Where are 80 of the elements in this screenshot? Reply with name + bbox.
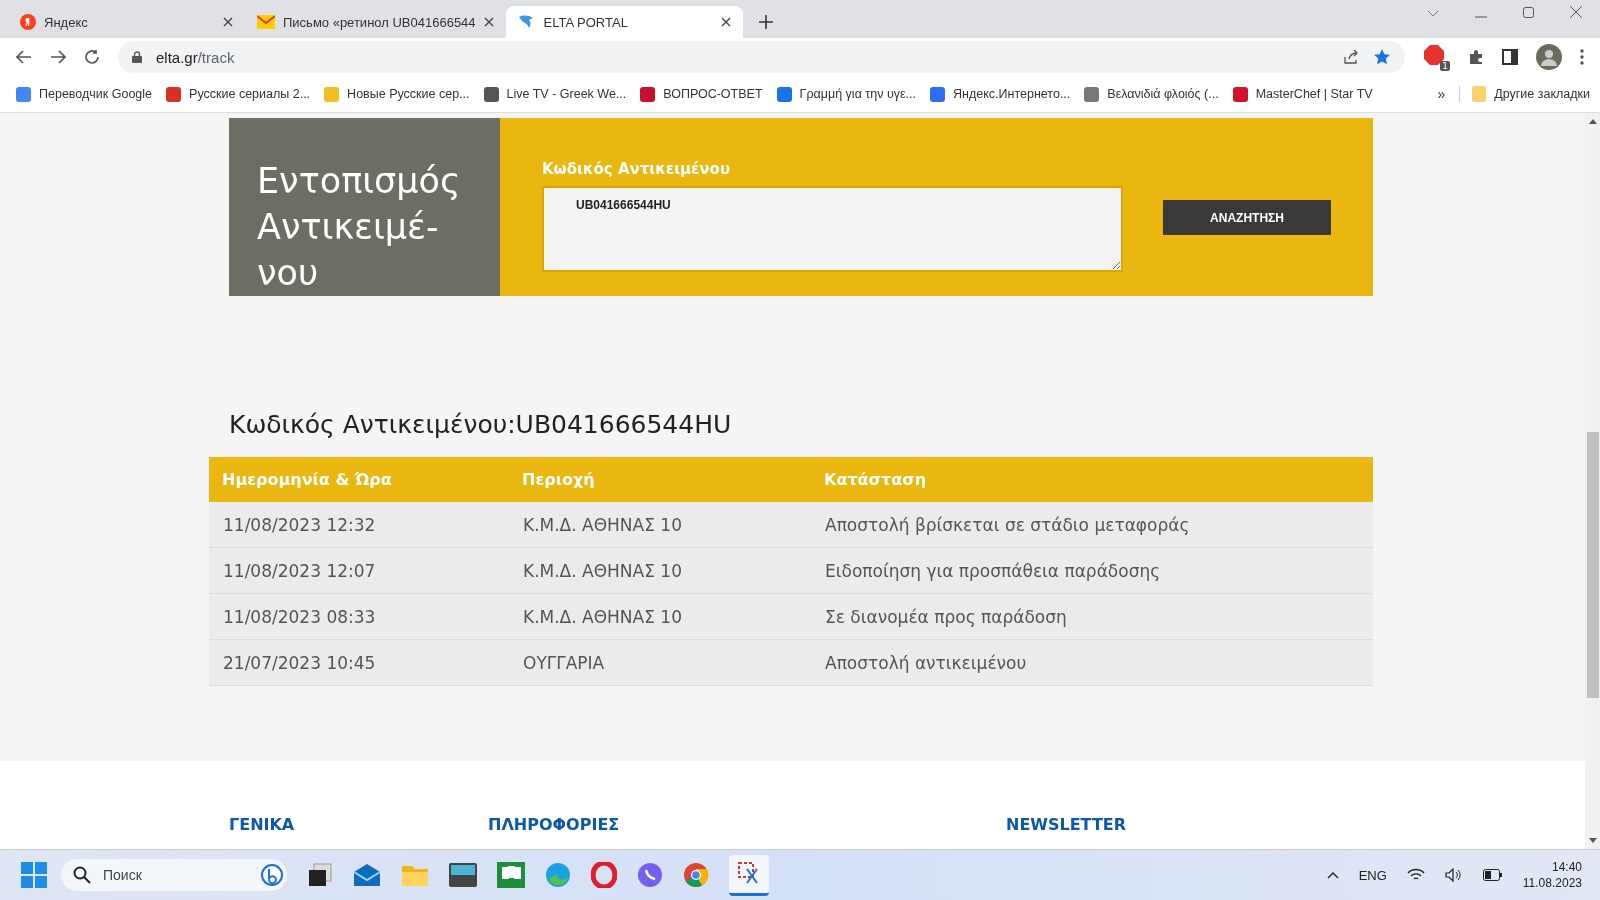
table-cell-text: Αποστολή βρίσκεται σε στάδιο μεταφοράς bbox=[824, 514, 1190, 535]
close-icon[interactable] bbox=[1570, 6, 1582, 18]
star-icon[interactable] bbox=[1373, 48, 1391, 66]
search-button[interactable]: ΑΝΑΖΗΤΗΣΗ bbox=[1163, 200, 1331, 235]
footer-heading[interactable]: ΠΛΗΡΟΦΟΡΙΕΣ bbox=[488, 815, 620, 834]
table-cell-text: 11/08/2023 08:33 bbox=[222, 606, 376, 627]
page-title: Εντοπισμός Αντικειμέ- νου bbox=[257, 160, 461, 295]
bookmark[interactable]: Новые Русские сер... bbox=[324, 86, 470, 102]
table-cell-text: 21/07/2023 10:45 bbox=[222, 652, 376, 673]
clock[interactable]: 14:40 11.08.2023 bbox=[1522, 860, 1582, 890]
back-arrow-icon[interactable] bbox=[16, 50, 32, 64]
windows-start-icon[interactable] bbox=[21, 862, 47, 888]
address-bar[interactable]: elta.gr/track bbox=[118, 41, 1405, 73]
snipping-tool-icon[interactable] bbox=[729, 854, 769, 896]
speaker-icon[interactable] bbox=[1444, 868, 1463, 882]
reload-icon[interactable] bbox=[84, 49, 100, 65]
chevron-down-icon[interactable] bbox=[1427, 10, 1439, 18]
envelope-icon[interactable] bbox=[353, 863, 381, 887]
keyboard-icon[interactable] bbox=[449, 863, 477, 887]
more-bookmarks-button[interactable]: » bbox=[1437, 86, 1446, 102]
plus-icon[interactable] bbox=[758, 15, 773, 29]
bookmark[interactable]: Яндекс.Интернето... bbox=[930, 86, 1071, 102]
forward-arrow-icon[interactable] bbox=[50, 50, 66, 64]
clock-date: 11.08.2023 bbox=[1522, 876, 1582, 890]
profile-avatar-icon[interactable] bbox=[1536, 44, 1562, 70]
more-vertical-icon[interactable] bbox=[1580, 49, 1584, 65]
table-cell-text: Κ.Μ.Δ. ΑΘΗΝΑΣ 10 bbox=[522, 560, 682, 581]
side-panel-icon[interactable] bbox=[1502, 49, 1518, 65]
table-cell-text: Ειδοποίηση για προσπάθεια παράδοσης bbox=[824, 560, 1161, 581]
tab-title: Письмо «ретинол UB041666544 bbox=[283, 14, 476, 30]
tab-title: ELTA PORTAL bbox=[543, 14, 629, 30]
footer-heading[interactable]: ΓΕΝΙΚΑ bbox=[229, 815, 295, 834]
chevron-up-icon[interactable] bbox=[1326, 871, 1339, 879]
footer-heading[interactable]: NEWSLETTER bbox=[1006, 815, 1127, 834]
task-view-icon[interactable] bbox=[307, 862, 333, 888]
bookmark[interactable]: Русские сериалы 2... bbox=[166, 86, 311, 102]
result-heading: Κωδικός Αντικειμένου:UB041666544HU bbox=[229, 410, 733, 439]
language-indicator[interactable]: ENG bbox=[1358, 867, 1387, 883]
browser-tab[interactable]: Яндекс bbox=[8, 6, 245, 38]
table-cell-text: Σε διανομέα προς παράδοση bbox=[824, 606, 1067, 627]
close-icon[interactable] bbox=[720, 17, 731, 27]
other-bookmarks-folder[interactable]: Другие закладки bbox=[1459, 86, 1590, 102]
envelope-icon bbox=[257, 15, 275, 29]
bookmark[interactable]: Γραμμή για την υγε... bbox=[776, 86, 916, 102]
folder-icon bbox=[1472, 86, 1487, 102]
bookmark[interactable]: Live TV - Greek We... bbox=[483, 86, 627, 102]
close-icon[interactable] bbox=[483, 17, 494, 27]
browser-tab[interactable]: Письмо «ретинол UB041666544 bbox=[245, 6, 506, 38]
bookmark[interactable]: ВОПРОС-ОТВЕТ bbox=[640, 86, 763, 102]
wifi-icon[interactable] bbox=[1406, 868, 1425, 882]
column-header: Ημερομηνία & Ώρα bbox=[221, 470, 392, 489]
tab-title: Яндекс bbox=[44, 14, 89, 30]
extension-badge: 1 bbox=[1440, 60, 1450, 71]
battery-icon[interactable] bbox=[1482, 869, 1503, 881]
lock-icon bbox=[132, 51, 142, 63]
table-cell-text: Κ.Μ.Δ. ΑΘΗΝΑΣ 10 bbox=[522, 514, 682, 535]
url-text: elta.gr/track bbox=[156, 48, 235, 66]
table-cell-text: ΟΥΓΓΑΡΙΑ bbox=[522, 652, 605, 673]
scrollbar[interactable] bbox=[1585, 113, 1600, 849]
bookmark[interactable]: Переводчик Google bbox=[16, 86, 153, 102]
bookmark[interactable]: MasterChef | Star TV bbox=[1232, 86, 1373, 102]
search-icon bbox=[73, 866, 91, 884]
clock-time: 14:40 bbox=[1551, 860, 1582, 874]
taskbar-search-field[interactable]: Поиск bbox=[61, 859, 287, 891]
bookmark[interactable]: Βελανιδιά φλοιός (... bbox=[1084, 86, 1219, 102]
restore-icon[interactable] bbox=[1523, 7, 1534, 18]
table-cell-text: Κ.Μ.Δ. ΑΘΗΝΑΣ 10 bbox=[522, 606, 682, 627]
scroll-up-arrow-icon[interactable] bbox=[1588, 118, 1597, 124]
field-label: Κωδικός Αντικειμένου bbox=[542, 160, 731, 178]
table-cell-text: 11/08/2023 12:07 bbox=[222, 560, 376, 581]
share-icon[interactable] bbox=[1343, 49, 1359, 65]
close-icon[interactable] bbox=[223, 17, 233, 27]
tracking-code-field[interactable]: UB041666544HU bbox=[542, 186, 1123, 272]
browser-tab[interactable]: ELTA PORTAL bbox=[505, 6, 743, 38]
table-cell-text: 11/08/2023 12:32 bbox=[222, 514, 376, 535]
table-cell-text: Αποστολή αντικειμένου bbox=[824, 652, 1027, 673]
column-header: Κατάσταση bbox=[823, 470, 927, 489]
column-header: Περιοχή bbox=[521, 470, 595, 489]
puzzle-piece-icon[interactable] bbox=[1468, 49, 1484, 65]
scroll-down-arrow-icon[interactable] bbox=[1588, 838, 1597, 844]
